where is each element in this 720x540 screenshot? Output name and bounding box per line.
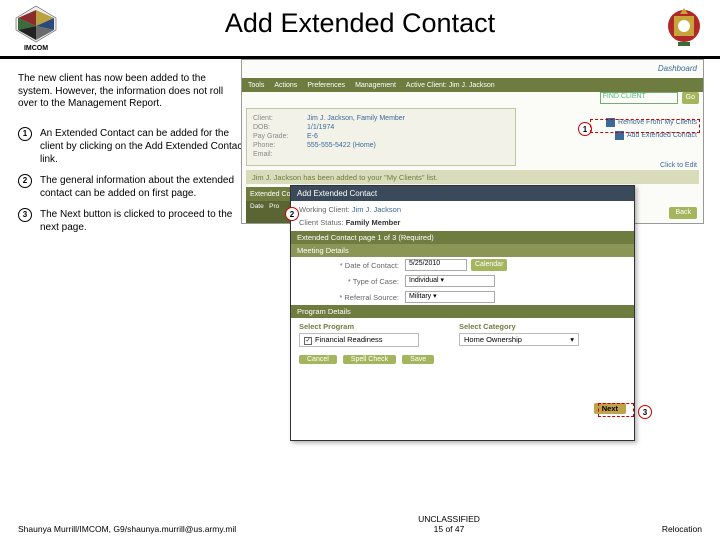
program-details-header: Program Details <box>291 305 634 318</box>
select-category-label: Select Category <box>459 322 579 331</box>
step-text-2: The general information about the extend… <box>40 174 248 200</box>
footer-topic: Relocation <box>662 524 702 534</box>
footer-classification: UNCLASSIFIED15 of 47 <box>418 514 480 534</box>
date-of-contact-input[interactable]: 5/25/2010 <box>405 259 467 271</box>
save-button[interactable]: Save <box>402 355 434 364</box>
callout-3: 3 <box>638 405 652 419</box>
checkbox-icon: ✓ <box>304 337 312 345</box>
click-to-edit-link[interactable]: Click to Edit <box>606 162 697 169</box>
spell-check-button[interactable]: Spell Check <box>343 355 396 364</box>
tab-management[interactable]: Management <box>355 82 396 89</box>
callout-2: 2 <box>285 207 299 221</box>
added-confirmation-bar: Jim J. Jackson has been added to your "M… <box>246 170 699 184</box>
step-marker-1: 1 <box>18 127 32 141</box>
army-crest-logo <box>660 4 708 52</box>
steps-list: 1 An Extended Contact can be added for th… <box>18 127 248 234</box>
client-status-value: Family Member <box>346 218 401 227</box>
program-option[interactable]: ✓Financial Readiness <box>299 333 419 347</box>
footer-author: Shaunya Murrill/IMCOM, G9/shaunya.murril… <box>18 524 236 534</box>
app-topbar: Tools Actions Preferences Management Act… <box>242 78 703 92</box>
tab-preferences[interactable]: Preferences <box>307 82 345 89</box>
tab-actions[interactable]: Actions <box>274 82 297 89</box>
step-text-1: An Extended Contact can be added for the… <box>40 127 248 166</box>
highlight-box-3 <box>598 403 634 417</box>
client-info-box: Client:Jim J. Jackson, Family Member DOB… <box>246 108 516 166</box>
category-select[interactable]: Home Ownership▾ <box>459 333 579 346</box>
slide-header: IMCOM Add Extended Contact <box>0 0 720 59</box>
page-indicator: Extended Contact page 1 of 3 (Required) <box>291 231 634 244</box>
imcom-logo: IMCOM <box>12 4 60 52</box>
go-button[interactable]: Go <box>682 92 699 104</box>
working-client-value: Jim J. Jackson <box>352 205 401 214</box>
slide-footer: Shaunya Murrill/IMCOM, G9/shaunya.murril… <box>0 514 720 534</box>
popup-title: Add Extended Contact <box>291 186 634 201</box>
meeting-details-header: Meeting Details <box>291 244 634 257</box>
intro-text: The new client has now been added to the… <box>18 73 228 111</box>
content-area: The new client has now been added to the… <box>0 59 720 234</box>
type-of-case-select[interactable]: Individual ▾ <box>405 275 495 287</box>
find-client-input[interactable]: FIND CLIENT <box>600 92 678 104</box>
highlight-box-1 <box>590 119 700 133</box>
referral-source-select[interactable]: Military ▾ <box>405 291 495 303</box>
page-title: Add Extended Contact <box>60 8 660 39</box>
calendar-button[interactable]: Calendar <box>471 259 507 271</box>
dashboard-link[interactable]: Dashboard <box>658 64 697 73</box>
step-marker-3: 3 <box>18 208 32 222</box>
step-text-3: The Next button is clicked to proceed to… <box>40 208 248 234</box>
select-program-label: Select Program <box>299 322 419 331</box>
screenshot-popup: Add Extended Contact Working Client: Jim… <box>290 185 635 441</box>
back-button[interactable]: Back <box>669 207 697 219</box>
svg-text:IMCOM: IMCOM <box>24 45 48 52</box>
tab-active-client[interactable]: Active Client: Jim J. Jackson <box>406 82 495 89</box>
step-marker-2: 2 <box>18 174 32 188</box>
chevron-down-icon: ▾ <box>570 335 574 344</box>
tab-tools[interactable]: Tools <box>248 82 264 89</box>
cancel-button[interactable]: Cancel <box>299 355 337 364</box>
